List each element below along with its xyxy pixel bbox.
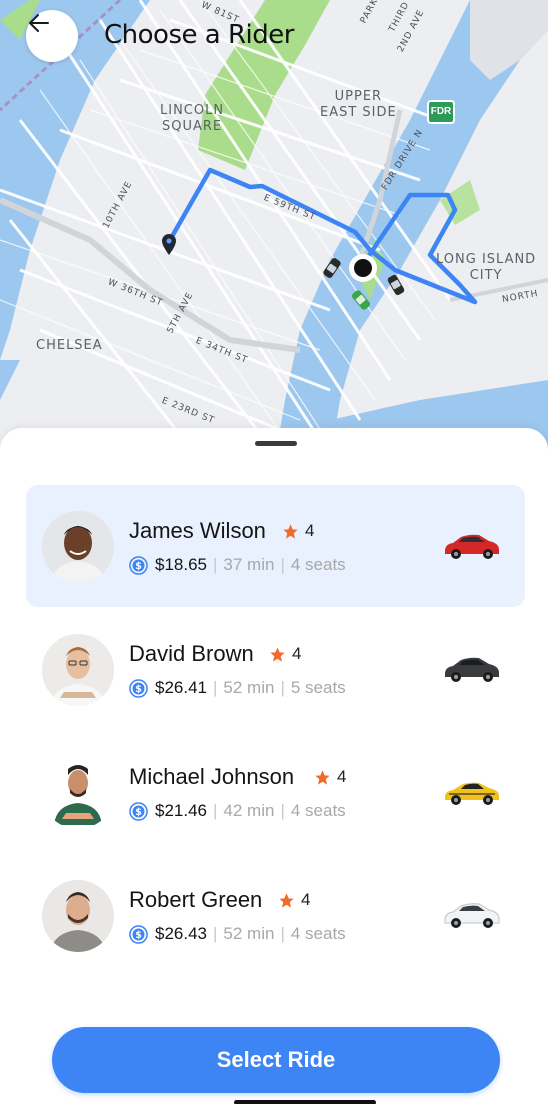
rating-value: 4	[337, 767, 347, 786]
page-title: Choose a Rider	[104, 20, 294, 50]
map-label-lincoln-square: LINCOLN SQUARE	[160, 103, 225, 134]
rider-meta: $ $21.46 | 42 min | 4 seats	[129, 801, 346, 821]
rating-value: 4	[292, 644, 302, 663]
sheet-drag-handle[interactable]	[255, 441, 297, 446]
star-icon	[315, 769, 330, 785]
separator: |	[280, 801, 285, 820]
rider-seats: 5 seats	[290, 678, 346, 697]
rider-rating: 4	[282, 521, 314, 541]
rider-card-james-wilson[interactable]: James Wilson 4 $ $18.65 | 37 min | 4 sea…	[26, 485, 525, 607]
select-ride-button[interactable]: Select Ride	[52, 1027, 500, 1093]
rider-eta: 52 min	[223, 678, 275, 697]
dollar-coin-icon: $	[129, 678, 148, 698]
rider-card-michael-johnson[interactable]: Michael Johnson 4 $ $21.46 | 42 min | 4 …	[26, 731, 525, 853]
rider-rating: 4	[278, 890, 310, 910]
separator: |	[213, 924, 218, 943]
car-white-icon	[444, 903, 500, 928]
rider-meta: $ $26.41 | 52 min | 5 seats	[129, 678, 346, 698]
rider-name: James Wilson	[129, 518, 266, 543]
separator: |	[213, 678, 218, 697]
home-indicator	[234, 1100, 376, 1104]
avatar	[42, 511, 114, 583]
rider-seats: 4 seats	[290, 801, 346, 820]
car-red-icon	[445, 534, 499, 559]
rider-price: $18.65	[155, 555, 207, 574]
rider-meta: $ $26.43 | 52 min | 4 seats	[129, 924, 346, 944]
car-dark-gray-icon	[445, 657, 499, 682]
arrow-left-icon	[29, 14, 49, 32]
rider-price: $21.46	[155, 801, 207, 820]
dollar-coin-icon: $	[129, 555, 148, 575]
back-button[interactable]	[26, 10, 78, 62]
star-icon	[270, 646, 285, 662]
star-icon	[279, 892, 294, 908]
rating-value: 4	[301, 890, 311, 909]
separator: |	[280, 924, 285, 943]
svg-text:$: $	[135, 683, 142, 694]
map-view[interactable]: LINCOLN SQUARE UPPER EAST SIDE LONG ISLA…	[0, 0, 548, 460]
rider-price: $26.43	[155, 924, 207, 943]
rider-rating: 4	[314, 767, 346, 787]
fdr-route-badge: FDR	[427, 100, 455, 124]
dollar-coin-icon: $	[129, 924, 148, 944]
rider-card-david-brown[interactable]: David Brown 4 $ $26.41 | 52 min | 5 seat…	[26, 608, 525, 730]
rider-name: Robert Green	[129, 887, 263, 912]
rider-seats: 4 seats	[290, 555, 346, 574]
svg-text:$: $	[135, 560, 142, 571]
rider-eta: 42 min	[223, 801, 275, 820]
separator: |	[213, 801, 218, 820]
rider-card-robert-green[interactable]: Robert Green 4 $ $26.43 | 52 min | 4 sea…	[26, 854, 525, 976]
rider-sheet: James Wilson 4 $ $18.65 | 37 min | 4 sea…	[0, 428, 548, 1104]
avatar	[42, 634, 114, 706]
map-label-long-island-city: LONG ISLAND CITY	[436, 252, 537, 283]
rider-rating: 4	[269, 644, 301, 664]
map-graphic	[0, 0, 548, 460]
svg-text:$: $	[135, 929, 142, 940]
map-label-chelsea: CHELSEA	[36, 338, 103, 353]
svg-text:$: $	[135, 806, 142, 817]
rider-eta: 37 min	[223, 555, 275, 574]
map-label-upper-east-side: UPPER EAST SIDE	[320, 89, 397, 120]
rider-meta: $ $18.65 | 37 min | 4 seats	[129, 555, 346, 575]
rider-seats: 4 seats	[290, 924, 346, 943]
separator: |	[280, 555, 285, 574]
avatar	[42, 757, 114, 829]
rider-eta: 52 min	[223, 924, 275, 943]
rider-name: David Brown	[129, 641, 254, 666]
rider-name: Michael Johnson	[129, 764, 295, 789]
avatar	[42, 880, 114, 952]
dollar-coin-icon: $	[129, 801, 148, 821]
rider-price: $26.41	[155, 678, 207, 697]
separator: |	[213, 555, 218, 574]
star-icon	[283, 523, 298, 539]
rating-value: 4	[305, 521, 315, 540]
car-yellow-icon	[445, 782, 499, 805]
separator: |	[280, 678, 285, 697]
